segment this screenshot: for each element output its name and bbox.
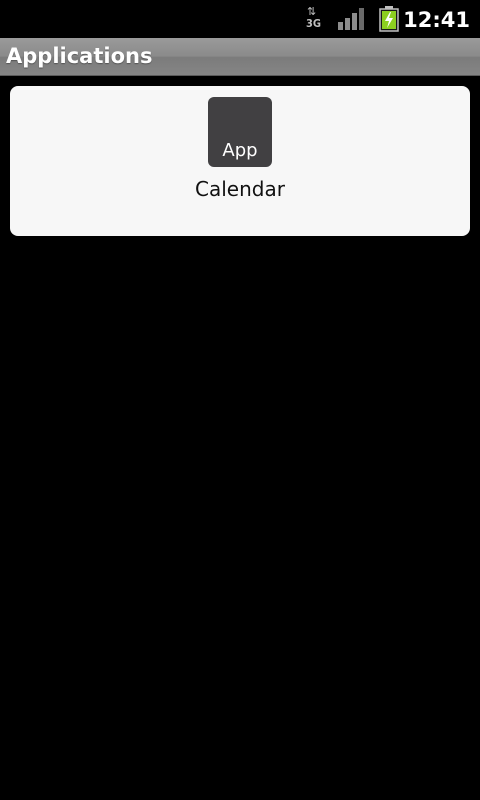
title-bar: Applications bbox=[0, 38, 480, 76]
app-icon[interactable]: App bbox=[208, 97, 272, 167]
network-3g-icon: ⇅ 3G bbox=[304, 5, 324, 30]
page-title: Applications bbox=[6, 44, 153, 68]
status-bar: ⇅ 3G 12:41 bbox=[0, 0, 480, 38]
status-clock: 12:41 bbox=[403, 8, 470, 32]
app-list-panel: App Calendar bbox=[10, 86, 470, 236]
app-tile-calendar[interactable]: App Calendar bbox=[195, 94, 285, 214]
network-type-label: 3G bbox=[306, 17, 322, 30]
app-icon-label: App bbox=[222, 140, 258, 161]
up-down-arrows-icon: ⇅ bbox=[307, 5, 317, 18]
battery-charging-icon bbox=[379, 6, 399, 32]
app-name-label: Calendar bbox=[195, 177, 285, 201]
cell-signal-icon bbox=[338, 8, 364, 30]
